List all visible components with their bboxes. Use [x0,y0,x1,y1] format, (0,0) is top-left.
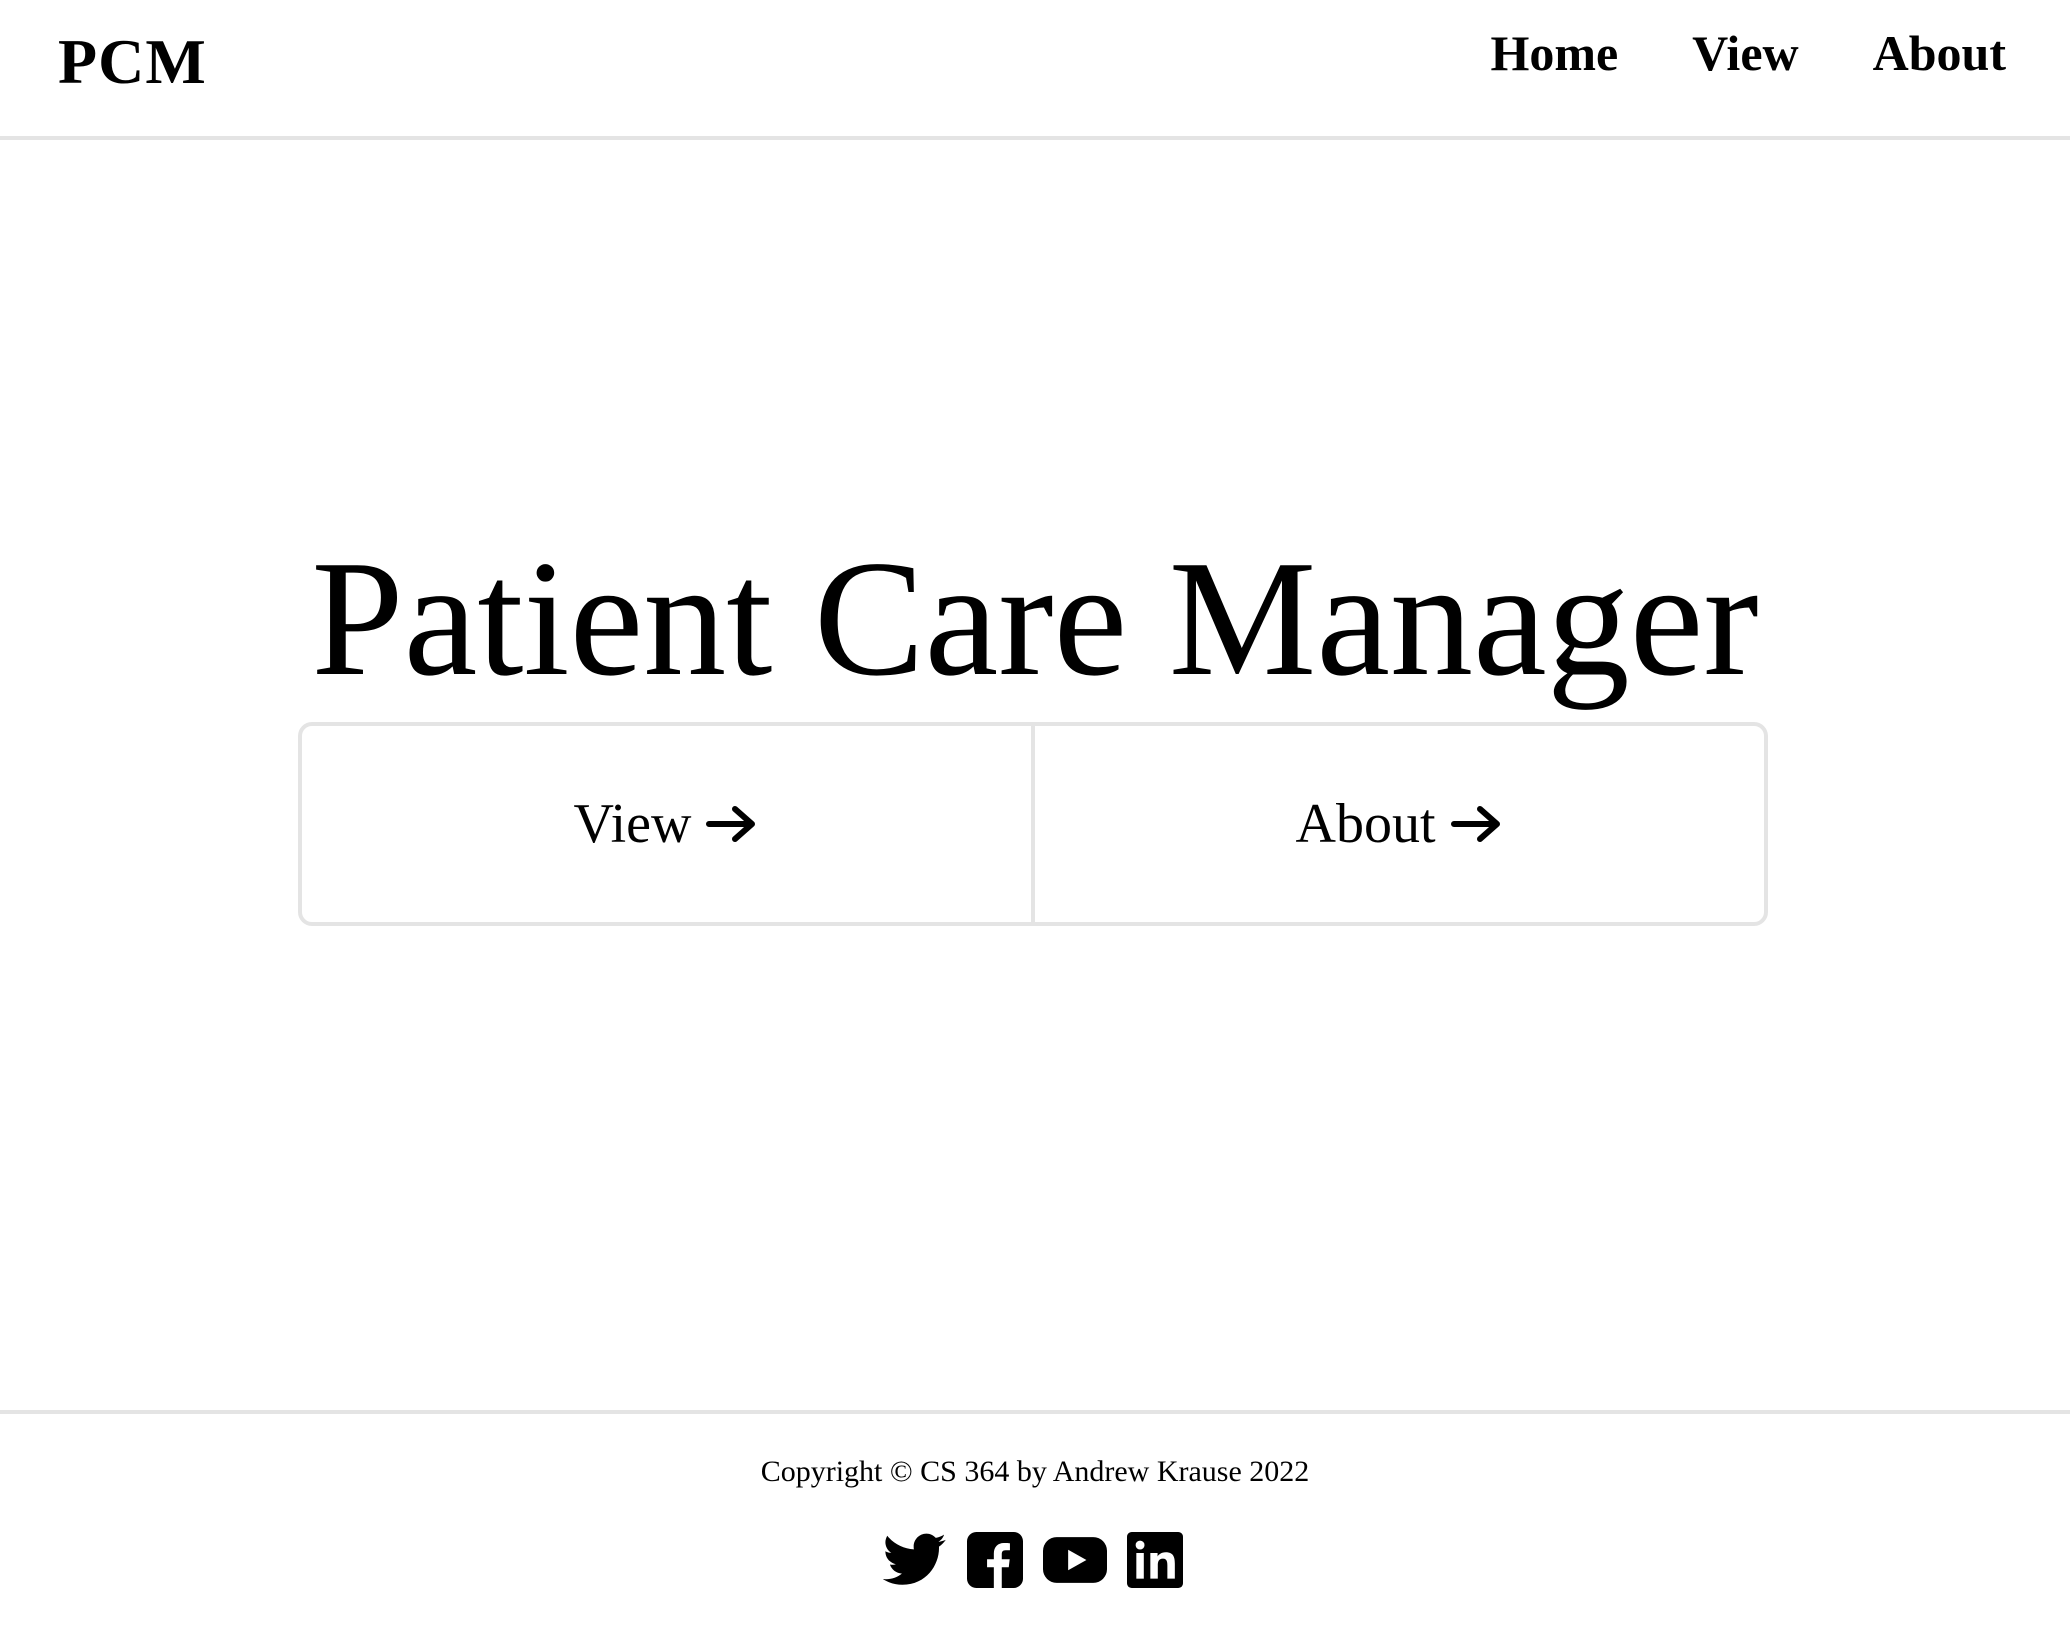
about-button-label: About [1295,793,1436,855]
copyright-text: Copyright © CS 364 by Andrew Krause 2022 [760,1455,1310,1488]
main-nav: Home View About [1490,18,2006,88]
nav-about-link[interactable]: About [1873,18,2006,88]
arrow-right-icon [1450,804,1504,844]
youtube-icon[interactable] [1043,1530,1107,1590]
view-button-label: View [573,793,692,855]
page-title: Patient Care Manager [311,526,1759,710]
about-button[interactable]: About [1031,726,1764,922]
cta-button-group: View About [298,722,1768,926]
brand-logo[interactable]: PCM [58,22,207,102]
social-links [0,1530,2070,1590]
site-footer: Copyright © CS 364 by Andrew Krause 2022 [0,1410,2070,1630]
facebook-icon[interactable] [963,1530,1027,1590]
site-header: PCM Home View About [0,0,2070,140]
arrow-right-icon [705,804,759,844]
nav-home-link[interactable]: Home [1490,18,1618,88]
nav-view-link[interactable]: View [1692,18,1798,88]
twitter-icon[interactable] [883,1530,947,1590]
linkedin-icon[interactable] [1123,1530,1187,1590]
view-button[interactable]: View [302,726,1031,922]
